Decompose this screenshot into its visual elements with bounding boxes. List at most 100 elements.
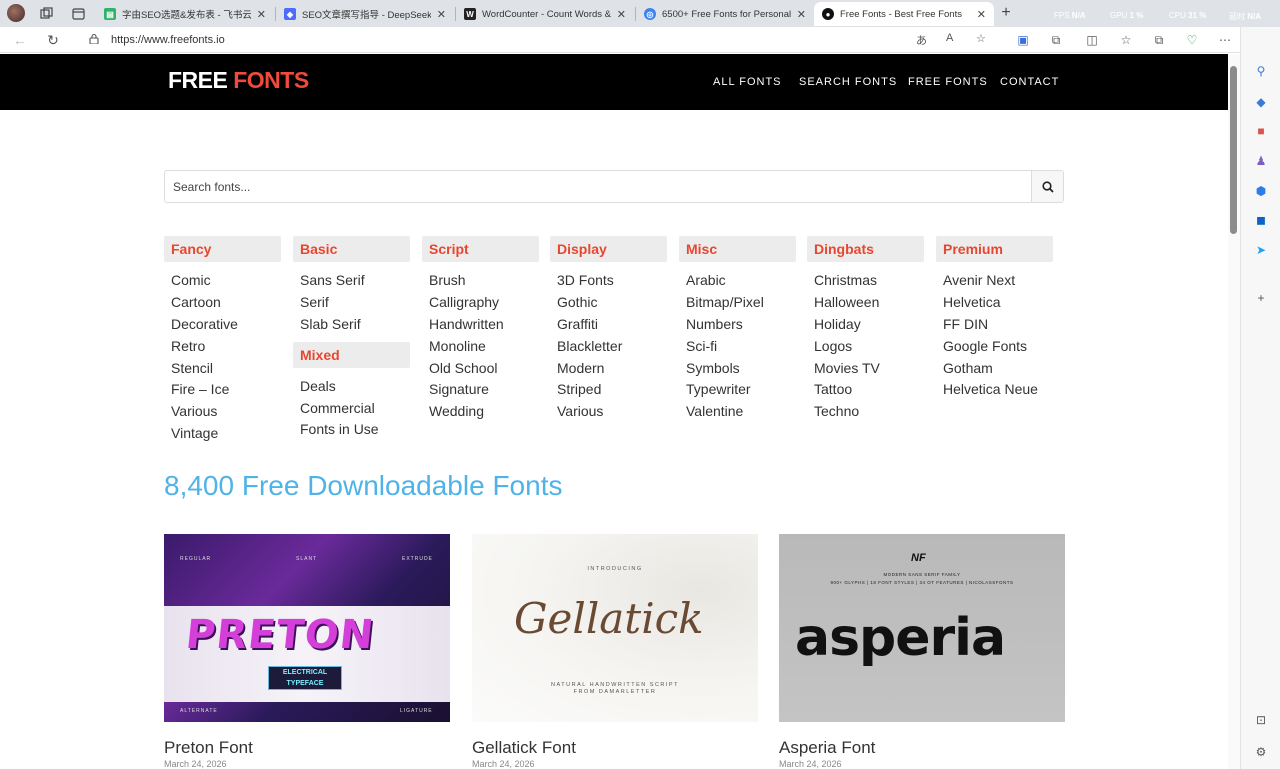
category-link[interactable]: Avenir Next [943, 269, 1053, 291]
category-heading[interactable]: Display [550, 236, 667, 262]
split-screen-icon[interactable]: ◫ [1084, 32, 1100, 48]
favorite-star-icon[interactable]: ☆ [976, 32, 986, 45]
category-heading[interactable]: Basic [293, 236, 410, 262]
games-icon[interactable]: ♟ [1254, 154, 1268, 168]
category-link[interactable]: Gotham [943, 357, 1053, 379]
url-text[interactable]: https://www.freefonts.io [111, 34, 225, 46]
translate-icon[interactable]: あ [916, 32, 927, 48]
category-link[interactable]: Monoline [429, 335, 539, 357]
category-link[interactable]: Signature [429, 378, 539, 400]
search-icon[interactable]: ⚲ [1254, 64, 1268, 78]
category-link[interactable]: Sci-fi [686, 335, 796, 357]
profile-avatar[interactable] [7, 4, 25, 22]
microsoft-365-icon[interactable]: ⬢ [1254, 184, 1268, 198]
category-link[interactable]: Wedding [429, 400, 539, 422]
category-link[interactable]: Bitmap/Pixel [686, 291, 796, 313]
close-icon[interactable]: ✕ [437, 8, 446, 21]
category-link[interactable]: Blackletter [557, 335, 667, 357]
category-link[interactable]: Helvetica [943, 291, 1053, 313]
close-icon[interactable]: ✕ [257, 8, 266, 21]
category-link[interactable]: Deals [300, 375, 410, 397]
tab-free-fonts-personal[interactable]: ◎ 6500+ Free Fonts for Personal U ✕ [636, 2, 814, 26]
page-scrollbar[interactable] [1228, 54, 1240, 769]
category-link[interactable]: Valentine [686, 400, 796, 422]
category-link[interactable]: Old School [429, 357, 539, 379]
add-sidebar-app-icon[interactable]: + [1254, 291, 1268, 305]
tools-icon[interactable]: ■ [1254, 124, 1268, 138]
category-link[interactable]: Holiday [814, 313, 924, 335]
category-link[interactable]: 3D Fonts [557, 269, 667, 291]
lock-icon[interactable] [89, 33, 99, 47]
category-link[interactable]: Numbers [686, 313, 796, 335]
refresh-icon[interactable]: ↻ [44, 31, 62, 49]
favorites-icon[interactable]: ☆ [1118, 32, 1134, 48]
browser-essentials-icon[interactable]: ♡ [1184, 32, 1200, 48]
category-link[interactable]: Tattoo [814, 378, 924, 400]
category-link[interactable]: Brush [429, 269, 539, 291]
category-link[interactable]: Cartoon [171, 291, 281, 313]
nav-all-fonts[interactable]: ALL FONTS [713, 76, 782, 88]
category-link[interactable]: Halloween [814, 291, 924, 313]
category-link[interactable]: Various [557, 400, 667, 422]
category-link[interactable]: Techno [814, 400, 924, 422]
back-arrow-icon[interactable]: ← [11, 31, 29, 49]
font-preview-image[interactable]: NF MODERN SANS SERIF FAMILY 900+ GLYPHS … [779, 534, 1065, 722]
category-heading[interactable]: Misc [679, 236, 796, 262]
font-preview-image[interactable]: INTRODUCING Gellatick NATURAL HANDWRITTE… [472, 534, 758, 722]
category-link[interactable]: Various [171, 400, 281, 422]
workspaces-icon[interactable] [36, 4, 56, 23]
extensions-icon[interactable]: ⧉ [1048, 32, 1064, 48]
outlook-icon[interactable]: ◼ [1254, 213, 1268, 227]
category-link[interactable]: Serif [300, 291, 410, 313]
read-aloud-icon[interactable]: A [946, 32, 953, 44]
category-heading[interactable]: Script [422, 236, 539, 262]
category-link[interactable]: Fire – Ice [171, 378, 281, 400]
search-input[interactable] [165, 171, 1031, 202]
category-link[interactable]: Stencil [171, 357, 281, 379]
tab-feishu[interactable]: ▤ 字由SEO选题&发布表 - 飞书云文 ✕ [96, 2, 274, 26]
category-link[interactable]: Google Fonts [943, 335, 1053, 357]
category-link[interactable]: Modern [557, 357, 667, 379]
screenshot-icon[interactable]: ⊡ [1254, 713, 1268, 727]
nav-free-fonts[interactable]: FREE FONTS [908, 76, 988, 88]
category-link[interactable]: Movies TV [814, 357, 924, 379]
category-heading[interactable]: Fancy [164, 236, 281, 262]
category-link[interactable]: Christmas [814, 269, 924, 291]
tab-actions-icon[interactable] [68, 4, 88, 23]
tab-wordcounter[interactable]: W WordCounter - Count Words & C ✕ [456, 2, 634, 26]
font-card-title[interactable]: Gellatick Font [472, 738, 758, 758]
category-link[interactable]: Retro [171, 335, 281, 357]
category-link[interactable]: Graffiti [557, 313, 667, 335]
category-link[interactable]: Sans Serif [300, 269, 410, 291]
scrollbar-thumb[interactable] [1230, 66, 1237, 234]
tab-free-fonts-active[interactable]: ● Free Fonts - Best Free Fonts ✕ [814, 2, 994, 26]
category-link[interactable]: Arabic [686, 269, 796, 291]
category-link[interactable]: Handwritten [429, 313, 539, 335]
site-logo[interactable]: FREE FONTS [168, 67, 309, 94]
category-link[interactable]: Fonts in Use [300, 418, 410, 440]
category-link[interactable]: Commercial [300, 397, 410, 419]
category-link[interactable]: Slab Serif [300, 313, 410, 335]
close-icon[interactable]: ✕ [977, 8, 986, 21]
reading-view-icon[interactable]: ▣ [1015, 32, 1031, 48]
omnibox[interactable]: https://www.freefonts.io あ A ☆ [76, 29, 1000, 51]
settings-gear-icon[interactable]: ⚙ [1254, 745, 1268, 759]
tab-deepseek[interactable]: ◆ SEO文章撰写指导 - DeepSeek ✕ [276, 2, 454, 26]
category-link[interactable]: Vintage [171, 422, 281, 444]
category-heading-mixed[interactable]: Mixed [293, 341, 410, 368]
category-link[interactable]: Gothic [557, 291, 667, 313]
nav-search-fonts[interactable]: SEARCH FONTS [799, 76, 897, 88]
send-icon[interactable]: ➤ [1254, 243, 1268, 257]
nav-contact[interactable]: CONTACT [1000, 76, 1059, 88]
new-tab-button[interactable]: + [996, 3, 1016, 23]
more-menu-icon[interactable]: ⋯ [1217, 32, 1233, 48]
category-link[interactable]: Logos [814, 335, 924, 357]
category-link[interactable]: Calligraphy [429, 291, 539, 313]
category-link[interactable]: Helvetica Neue [943, 378, 1053, 400]
category-link[interactable]: Comic [171, 269, 281, 291]
category-link[interactable]: Symbols [686, 357, 796, 379]
shopping-tag-icon[interactable]: ◆ [1254, 95, 1268, 109]
font-card-title[interactable]: Preton Font [164, 738, 450, 758]
category-link[interactable]: Typewriter [686, 378, 796, 400]
close-icon[interactable]: ✕ [797, 8, 806, 21]
